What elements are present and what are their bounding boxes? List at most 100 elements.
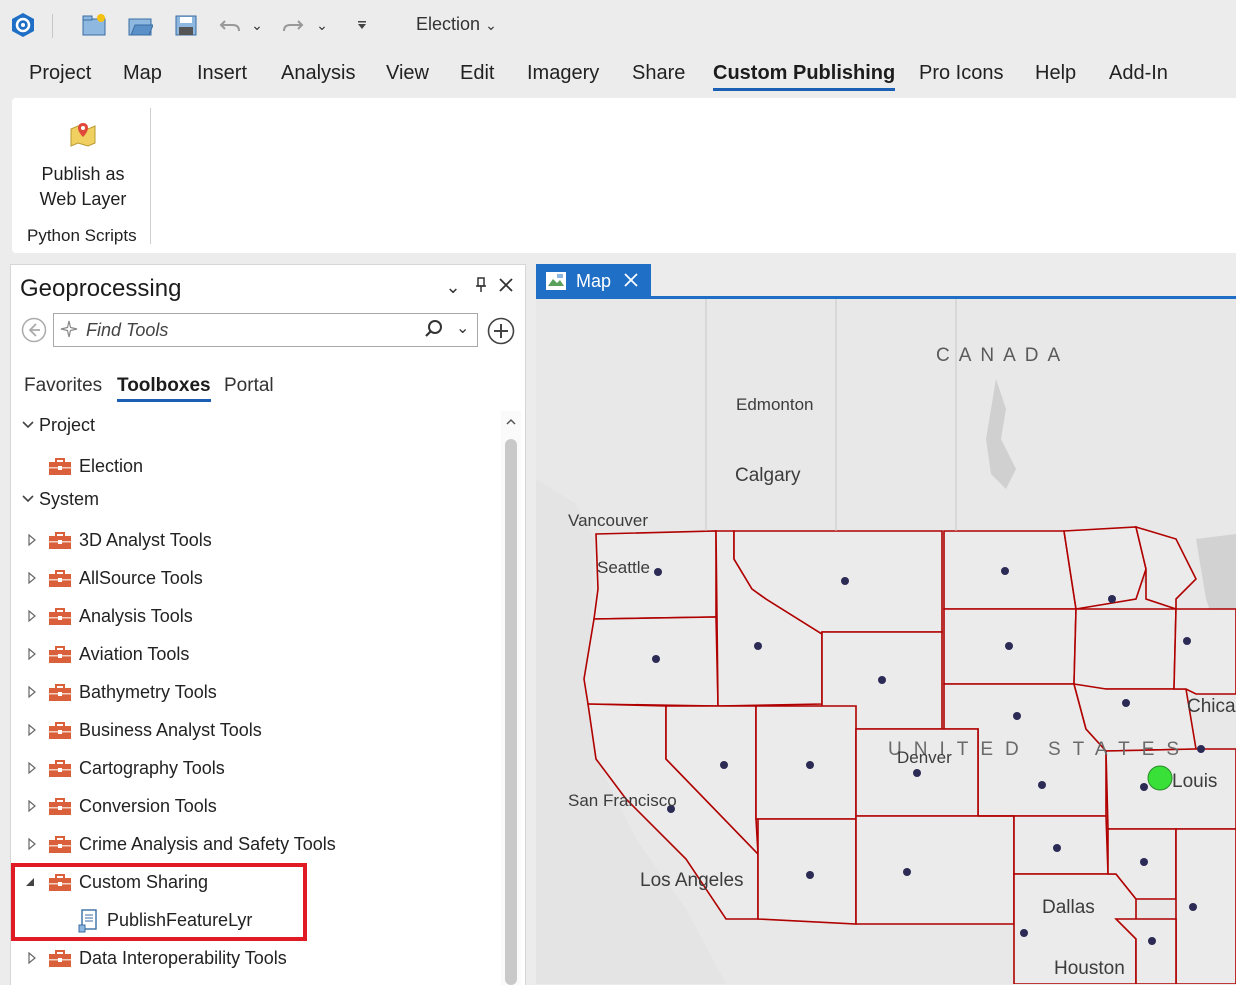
map-label-chicago: Chica — [1187, 696, 1236, 717]
map-label-vancouver: Vancouver — [568, 511, 649, 530]
map-label-st-louis: Louis — [1172, 771, 1218, 792]
map-label-canada: CANADA — [936, 345, 1070, 366]
toolbox-icon — [49, 646, 71, 663]
tab-analysis[interactable]: Analysis — [281, 62, 355, 85]
pane-options-chevron-icon[interactable]: ⌄ — [442, 277, 464, 298]
tab-help[interactable]: Help — [1035, 62, 1076, 85]
scrollbar-thumb[interactable] — [505, 439, 517, 985]
back-icon[interactable] — [21, 317, 47, 348]
ribbon-tabs: Project Map Insert Analysis View Edit Im… — [0, 56, 1236, 96]
tree-label: Data Interoperability Tools — [79, 948, 287, 968]
subtab-portal[interactable]: Portal — [224, 375, 274, 397]
expanded-chevron-icon[interactable] — [22, 418, 34, 432]
find-tools-search[interactable]: Find Tools ⌄ — [53, 313, 478, 347]
project-name: Election — [416, 14, 481, 34]
tab-custom-publishing[interactable]: Custom Publishing — [713, 62, 896, 91]
tree-group-project[interactable]: Project — [11, 409, 497, 443]
search-icon[interactable] — [424, 319, 444, 344]
undo-icon[interactable] — [215, 10, 245, 40]
collapsed-triangle-icon[interactable] — [26, 685, 38, 699]
close-icon[interactable] — [495, 277, 517, 298]
tree-item-crime-analysis[interactable]: Crime Analysis and Safety Tools — [11, 828, 497, 862]
chevron-down-icon: ⌄ — [485, 17, 497, 33]
collapsed-triangle-icon[interactable] — [26, 609, 38, 623]
scroll-up-icon[interactable] — [505, 417, 517, 427]
open-project-icon[interactable] — [125, 10, 155, 40]
collapsed-triangle-icon[interactable] — [26, 761, 38, 775]
collapsed-triangle-icon[interactable] — [26, 571, 38, 585]
tree-item-election[interactable]: Election — [11, 450, 497, 484]
app-icon[interactable] — [8, 10, 38, 40]
toolbox-icon — [49, 950, 71, 967]
new-project-icon[interactable] — [79, 10, 109, 40]
tab-pro-icons[interactable]: Pro Icons — [919, 62, 1003, 85]
tab-map[interactable]: Map — [123, 62, 162, 85]
redo-icon[interactable] — [278, 10, 308, 40]
toolbox-icon — [49, 532, 71, 549]
tree-group-system[interactable]: System — [11, 483, 497, 517]
ribbon-panel: Publish as Web Layer Python Scripts — [12, 98, 1236, 253]
tab-add-in[interactable]: Add-In — [1109, 62, 1168, 85]
close-tab-icon[interactable] — [624, 273, 638, 287]
collapsed-triangle-icon[interactable] — [26, 533, 38, 547]
tree-label: AllSource Tools — [79, 568, 203, 588]
tree-item-3d-analyst[interactable]: 3D Analyst Tools — [11, 524, 497, 558]
map-label-calgary: Calgary — [735, 465, 801, 486]
geoprocessing-pane: Geoprocessing ⌄ Find Tools ⌄ Favorites T… — [10, 264, 526, 985]
search-placeholder: Find Tools — [86, 320, 169, 340]
tree-item-conversion[interactable]: Conversion Tools — [11, 790, 497, 824]
tree-item-aviation[interactable]: Aviation Tools — [11, 638, 497, 672]
tree-item-data-interoperability[interactable]: Data Interoperability Tools — [11, 942, 497, 976]
tree-label: Project — [39, 415, 96, 435]
map-canvas[interactable]: CANADA Edmonton Calgary Vancouver Seattl… — [536, 299, 1236, 984]
project-name-dropdown[interactable]: Election ⌄ — [416, 14, 497, 35]
redo-dropdown-icon[interactable]: ⌄ — [310, 10, 334, 40]
collapsed-triangle-icon[interactable] — [26, 837, 38, 851]
toolbar-separator — [52, 14, 53, 38]
highlight-box — [11, 863, 307, 941]
tab-project[interactable]: Project — [29, 62, 91, 85]
pane-title: Geoprocessing — [20, 275, 182, 302]
ribbon-group-label: Python Scripts — [27, 226, 137, 245]
toolbox-icon — [49, 760, 71, 777]
subtab-favorites[interactable]: Favorites — [24, 375, 102, 397]
tree-item-business-analyst[interactable]: Business Analyst Tools — [11, 714, 497, 748]
customize-icon[interactable] — [350, 10, 374, 40]
publish-map-icon — [32, 114, 134, 154]
tab-insert[interactable]: Insert — [197, 62, 247, 85]
map-tab-label: Map — [576, 271, 612, 291]
undo-dropdown-icon[interactable]: ⌄ — [245, 10, 269, 40]
search-options-chevron-icon[interactable]: ⌄ — [456, 318, 469, 338]
tree-item-cartography[interactable]: Cartography Tools — [11, 752, 497, 786]
tree-item-analysis[interactable]: Analysis Tools — [11, 600, 497, 634]
tree-item-allsource[interactable]: AllSource Tools — [11, 562, 497, 596]
tab-view[interactable]: View — [386, 62, 429, 85]
pin-icon[interactable] — [470, 277, 492, 298]
collapsed-triangle-icon[interactable] — [26, 799, 38, 813]
collapsed-triangle-icon[interactable] — [26, 723, 38, 737]
tab-imagery[interactable]: Imagery — [527, 62, 599, 85]
tree-label: Crime Analysis and Safety Tools — [79, 834, 336, 854]
toolbox-icon — [49, 458, 71, 475]
collapsed-triangle-icon[interactable] — [26, 647, 38, 661]
publish-label-line-1: Publish as — [41, 164, 125, 184]
add-icon[interactable] — [487, 317, 515, 350]
tree-scrollbar[interactable] — [501, 411, 521, 985]
tab-edit[interactable]: Edit — [460, 62, 494, 85]
expanded-chevron-icon[interactable] — [22, 492, 34, 506]
tree-label: Cartography Tools — [79, 758, 225, 778]
save-project-icon[interactable] — [171, 10, 201, 40]
tab-map-view[interactable]: Map — [536, 264, 651, 298]
tree-item-bathymetry[interactable]: Bathymetry Tools — [11, 676, 497, 710]
tree-label: Aviation Tools — [79, 644, 190, 664]
group-separator — [150, 108, 151, 244]
toolbox-icon — [49, 722, 71, 739]
tree-label: Business Analyst Tools — [79, 720, 262, 740]
tab-share[interactable]: Share — [632, 62, 685, 85]
collapsed-triangle-icon[interactable] — [26, 951, 38, 965]
publish-web-layer-button[interactable]: Publish as Web Layer — [32, 114, 134, 212]
tree-label: Election — [79, 456, 144, 476]
map-icon — [546, 272, 566, 290]
subtab-toolboxes[interactable]: Toolboxes — [117, 375, 211, 402]
toolbox-icon — [49, 798, 71, 815]
